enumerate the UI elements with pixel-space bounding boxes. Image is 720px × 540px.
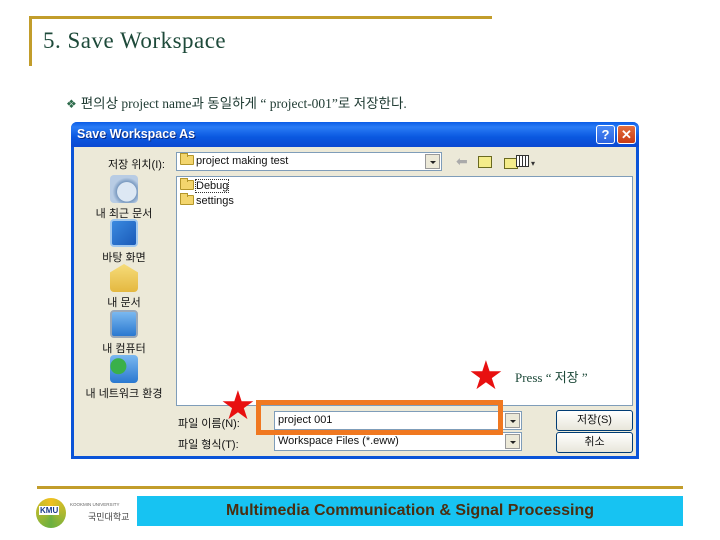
star-icon: ★ — [468, 354, 504, 398]
footer-accent-line — [37, 486, 683, 489]
footer-banner-text: Multimedia Communication & Signal Proces… — [225, 502, 595, 519]
save-button[interactable]: 저장(S) — [556, 410, 633, 431]
instruction-text: 편의상 project name과 동일하게 “ project-001”로 저… — [80, 96, 407, 111]
desktop-icon — [110, 219, 138, 247]
folder-icon — [180, 193, 194, 205]
file-item-settings[interactable]: settings — [180, 193, 234, 207]
header-accent-bar — [29, 16, 32, 66]
up-folder-icon[interactable] — [478, 156, 492, 168]
slide-title: 5. Save Workspace — [43, 28, 227, 53]
dialog-title: Save Workspace As — [77, 127, 196, 141]
my-documents-icon — [110, 264, 138, 292]
network-places-icon — [110, 355, 138, 383]
place-desktop[interactable]: 바탕 화면 — [74, 219, 174, 265]
filetype-value: Workspace Files (*.eww) — [278, 435, 399, 447]
recent-documents-icon — [110, 175, 138, 203]
save-in-value: project making test — [196, 155, 289, 167]
instruction-bullet: ❖ 편의상 project name과 동일하게 “ project-001”로 … — [66, 92, 407, 112]
folder-icon — [180, 153, 194, 165]
place-my-computer[interactable]: 내 컴퓨터 — [74, 310, 174, 356]
place-recent-documents[interactable]: 내 최근 문서 — [74, 175, 174, 221]
logo-korean: 국민대학교 — [88, 512, 130, 522]
cancel-button[interactable]: 취소 — [556, 432, 633, 453]
filetype-label: 파일 형식(T): — [178, 439, 239, 451]
filename-highlight-box — [256, 400, 503, 435]
file-item-debug[interactable]: Debug — [180, 178, 230, 193]
place-my-documents[interactable]: 내 문서 — [74, 264, 174, 310]
folder-icon — [180, 178, 194, 190]
chevron-down-icon[interactable] — [505, 413, 520, 428]
dialog-titlebar[interactable]: Save Workspace As ? ✕ — [71, 122, 639, 147]
save-in-label: 저장 위치(I): — [108, 159, 165, 171]
save-in-dropdown[interactable]: project making test — [176, 152, 442, 171]
help-button[interactable]: ? — [596, 125, 615, 144]
close-button[interactable]: ✕ — [617, 125, 636, 144]
logo-abbr: KMU — [39, 506, 60, 515]
chevron-down-icon[interactable] — [425, 154, 440, 169]
university-logo: KMU KOOKMIN UNIVERSITY 국민대학교 — [36, 496, 131, 532]
press-save-annotation: Press “ 저장 ” — [515, 370, 588, 385]
logo-english: KOOKMIN UNIVERSITY — [70, 502, 120, 507]
star-icon: ★ — [220, 384, 256, 428]
diamond-bullet-icon: ❖ — [66, 97, 77, 111]
place-network[interactable]: 내 네트워크 환경 — [74, 355, 174, 401]
header-accent-line — [29, 16, 492, 19]
chevron-down-icon[interactable] — [505, 434, 520, 449]
my-computer-icon — [110, 310, 138, 338]
view-menu-dropdown-icon[interactable]: ▾ — [531, 159, 535, 174]
view-menu-icon[interactable] — [516, 155, 529, 167]
footer-banner: Multimedia Communication & Signal Proces… — [137, 496, 683, 526]
back-arrow-icon[interactable]: ⬅ — [456, 153, 468, 169]
